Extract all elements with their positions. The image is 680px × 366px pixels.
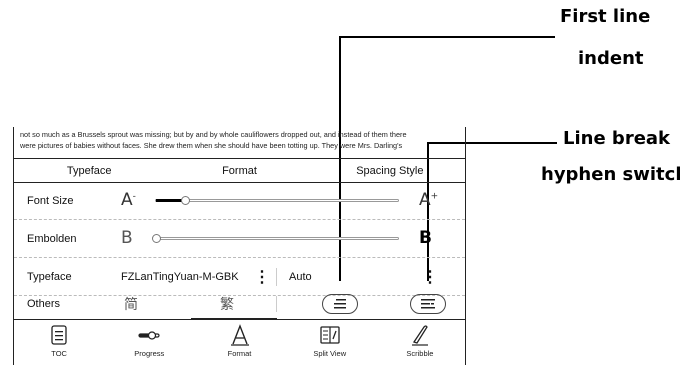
font-size-label: Font Size [27, 194, 74, 207]
typeface-secondary-value[interactable]: Auto [289, 271, 312, 283]
split-view-icon [320, 326, 340, 344]
font-size-slider-knob[interactable] [181, 196, 191, 205]
embolden-slider-knob[interactable] [152, 234, 161, 243]
decrease-font-icon[interactable]: A- [121, 190, 136, 210]
tab-bar: Typeface Format Spacing Style [14, 158, 465, 183]
simplified-chinese-toggle[interactable]: 简 [124, 294, 138, 314]
decrease-font-sup: - [132, 191, 136, 202]
settings-panel: not so much as a Brussels sprout was mis… [13, 127, 466, 365]
typeface-secondary-more-icon[interactable]: ⋮ [422, 267, 438, 287]
tab-typeface-label: Typeface [66, 164, 112, 177]
callout-line-break-line1: Line break [563, 128, 671, 149]
tab-format-label: Format [222, 164, 257, 177]
callout-line-break-line2: hyphen switch [541, 164, 680, 185]
first-line-indent-icon [334, 299, 346, 309]
embolden-row: Embolden B B [14, 220, 465, 258]
embolden-min-icon[interactable]: B [121, 228, 133, 248]
callout-line-break: Line break [563, 128, 670, 149]
bottom-nav: TOC Progress Format Split View Scribble [14, 319, 465, 366]
embolden-label: Embolden [27, 232, 77, 245]
tab-typeface[interactable]: Typeface [14, 159, 164, 182]
increase-font-glyph: A [419, 190, 431, 210]
reader-line-1: not so much as a Brussels sprout was mis… [20, 130, 407, 139]
increase-font-icon[interactable]: A+ [419, 190, 438, 210]
callout-first-line-indent-line1: First line [560, 6, 651, 27]
embolden-max-icon[interactable]: B [419, 228, 432, 248]
embolden-slider[interactable] [152, 234, 399, 243]
toc-icon [51, 325, 67, 345]
tab-format[interactable]: Format [164, 159, 314, 182]
typeface-divider [276, 268, 277, 286]
scribble-icon [411, 325, 428, 346]
format-icon [230, 324, 249, 346]
nav-format-label: Format [227, 349, 252, 358]
font-size-row: Font Size A- A+ [14, 182, 465, 220]
traditional-chinese-toggle[interactable]: 繁 [220, 294, 234, 314]
typeface-label: Typeface [27, 270, 72, 283]
callout-first-line-indent: First line [560, 6, 650, 27]
nav-format[interactable]: Format [194, 320, 284, 366]
increase-font-sup: + [430, 191, 439, 202]
others-row: Others 简 繁 [14, 288, 465, 320]
leader-line-indent-horizontal [339, 36, 555, 38]
first-line-indent-toggle[interactable] [322, 294, 358, 314]
reader-text: not so much as a Brussels sprout was mis… [14, 127, 465, 157]
others-label: Others [27, 297, 61, 310]
callout-first-line-indent-line2: indent [578, 48, 644, 69]
nav-split-view[interactable]: Split View [285, 320, 375, 366]
nav-toc[interactable]: TOC [14, 320, 104, 366]
callout-line-break-2: hyphen switch [541, 164, 680, 185]
font-size-slider[interactable] [155, 196, 399, 205]
callout-first-line-indent-2: indent [578, 48, 644, 69]
nav-scribble-label: Scribble [406, 349, 434, 358]
hyphen-switch-toggle[interactable] [410, 294, 446, 314]
typeface-value[interactable]: FZLanTingYuan-M-GBK [121, 271, 239, 283]
tab-spacing-style-label: Spacing Style [356, 164, 424, 177]
nav-split-view-label: Split View [313, 349, 347, 358]
decrease-font-glyph: A [121, 190, 133, 210]
reader-line-2: were pictures of babies without faces. S… [20, 141, 403, 150]
progress-icon [138, 331, 160, 340]
line-break-hyphen-icon [421, 299, 435, 309]
nav-scribble[interactable]: Scribble [375, 320, 465, 366]
tab-spacing-style[interactable]: Spacing Style [315, 159, 465, 182]
typeface-more-icon[interactable]: ⋮ [254, 267, 270, 287]
nav-toc-label: TOC [51, 349, 67, 358]
nav-progress-label: Progress [134, 349, 165, 358]
nav-progress[interactable]: Progress [104, 320, 194, 366]
others-divider [276, 296, 277, 312]
